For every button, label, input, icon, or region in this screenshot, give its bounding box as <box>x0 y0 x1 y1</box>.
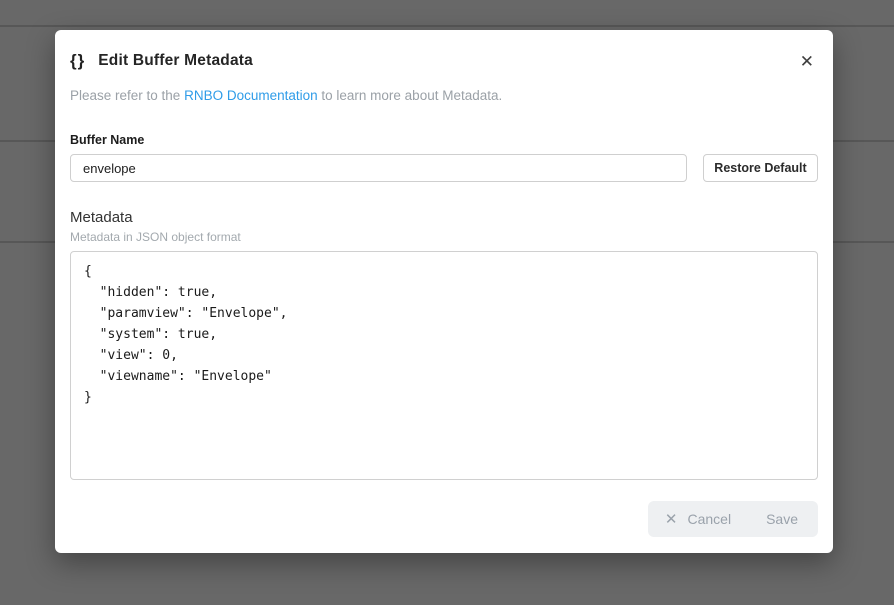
metadata-label: Metadata <box>70 209 133 226</box>
buffer-name-label: Buffer Name <box>70 133 145 147</box>
rnbo-documentation-link[interactable]: RNBO Documentation <box>184 88 318 103</box>
dialog-footer: ✕ Cancel Save <box>70 501 818 537</box>
cancel-x-icon: ✕ <box>664 511 678 528</box>
background-divider <box>0 25 894 27</box>
description-prefix: Please refer to the <box>70 88 185 103</box>
metadata-json-editor[interactable]: { "hidden": true, "paramview": "Envelope… <box>70 251 818 480</box>
curly-braces-icon: {} <box>70 51 86 70</box>
buffer-name-row: Restore Default <box>70 154 818 182</box>
close-icon[interactable]: ✕ <box>800 53 814 70</box>
cancel-button[interactable]: ✕ Cancel <box>648 501 748 537</box>
buffer-name-input[interactable] <box>70 154 687 182</box>
buffer-name-section: Buffer Name Restore Default <box>70 133 818 182</box>
save-label: Save <box>766 511 798 527</box>
restore-default-button[interactable]: Restore Default <box>703 154 818 182</box>
save-button[interactable]: Save <box>748 501 818 537</box>
dialog-description: Please refer to the RNBO Documentation t… <box>70 88 818 103</box>
metadata-hint: Metadata in JSON object format <box>70 230 241 244</box>
description-suffix: to learn more about Metadata. <box>317 88 503 103</box>
cancel-label: Cancel <box>687 511 732 527</box>
edit-buffer-metadata-dialog: {} Edit Buffer Metadata ✕ Please refer t… <box>55 30 833 553</box>
dialog-title: Edit Buffer Metadata <box>98 52 253 69</box>
dialog-header: {} Edit Buffer Metadata ✕ <box>70 51 818 71</box>
footer-button-group: ✕ Cancel Save <box>647 501 818 537</box>
metadata-section: Metadata Metadata in JSON object format … <box>70 209 818 480</box>
